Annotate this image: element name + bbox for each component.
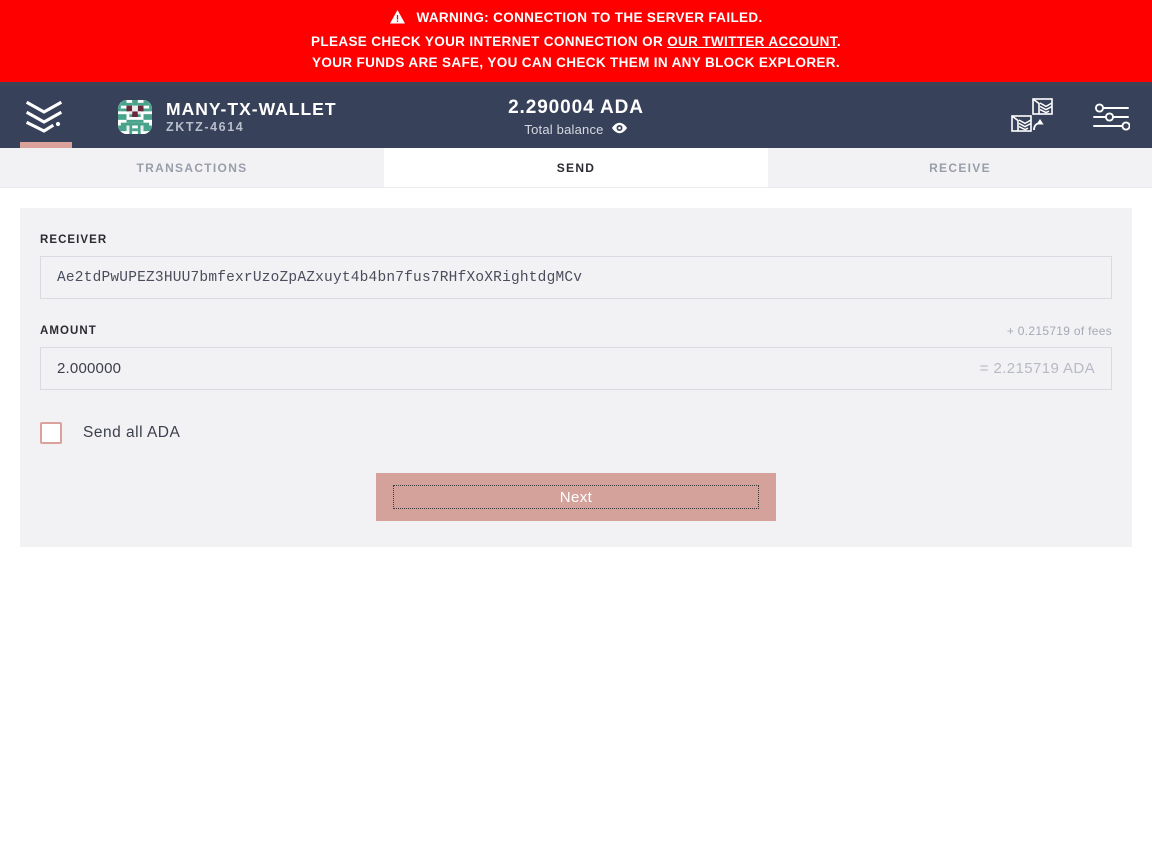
warning-text-1: WARNING: CONNECTION TO THE SERVER FAILED… <box>416 10 763 25</box>
server-connection-warning-banner: WARNING: CONNECTION TO THE SERVER FAILED… <box>0 0 1152 86</box>
top-navigation-bar: MANY-TX-WALLET ZKTZ-4614 2.290004 ADA To… <box>0 86 1152 148</box>
yoroi-chevron-logo-icon <box>25 100 63 133</box>
amount-label: AMOUNT <box>40 325 97 337</box>
tab-send[interactable]: SEND <box>384 148 768 187</box>
current-wallet-info[interactable]: MANY-TX-WALLET ZKTZ-4614 <box>118 99 337 136</box>
tab-receive[interactable]: RECEIVE <box>768 148 1152 187</box>
transaction-fees-note: + 0.215719 of fees <box>1006 324 1112 338</box>
receiver-input-wrapper[interactable] <box>40 256 1112 299</box>
send-all-ada-label: Send all ADA <box>83 424 181 441</box>
warning-triangle-icon <box>389 9 406 31</box>
warning-line-1: WARNING: CONNECTION TO THE SERVER FAILED… <box>0 7 1152 31</box>
next-button-label: Next <box>393 485 759 509</box>
amount-input[interactable] <box>57 360 980 377</box>
warning-text-2-prefix: PLEASE CHECK YOUR INTERNET CONNECTION OR <box>311 34 668 49</box>
wallet-identicon-avatar <box>118 100 152 134</box>
send-page-content: RECEIVER AMOUNT + 0.215719 of fees = 2.2… <box>0 188 1152 547</box>
active-section-indicator <box>20 142 72 148</box>
warning-line-3: YOUR FUNDS ARE SAFE, YOU CAN CHECK THEM … <box>312 55 840 70</box>
sliders-settings-icon <box>1093 103 1130 131</box>
settings-button[interactable] <box>1092 103 1130 131</box>
switch-wallet-icon <box>1011 98 1053 132</box>
next-button[interactable]: Next <box>376 473 776 521</box>
send-all-ada-checkbox-row[interactable]: Send all ADA <box>40 422 180 444</box>
twitter-account-link[interactable]: OUR TWITTER ACCOUNT <box>667 34 837 49</box>
tab-transactions[interactable]: TRANSACTIONS <box>0 148 384 187</box>
amount-input-wrapper[interactable]: = 2.215719 ADA <box>40 347 1112 390</box>
eye-icon[interactable] <box>611 121 628 139</box>
wallet-id: ZKTZ-4614 <box>166 119 245 134</box>
send-form-card: RECEIVER AMOUNT + 0.215719 of fees = 2.2… <box>20 208 1132 547</box>
yoroi-logo-button[interactable] <box>20 86 72 148</box>
receiver-label: RECEIVER <box>40 234 108 246</box>
warning-line-2: PLEASE CHECK YOUR INTERNET CONNECTION OR… <box>0 31 1152 52</box>
warning-text-2-suffix: . <box>836 34 841 49</box>
switch-wallet-button[interactable] <box>1008 96 1056 138</box>
amount-total-with-fees: = 2.215719 ADA <box>979 360 1095 377</box>
balance-amount: 2.290004 ADA <box>508 96 644 118</box>
balance-label: Total balance <box>524 122 604 137</box>
wallet-name: MANY-TX-WALLET <box>166 98 337 119</box>
receiver-input[interactable] <box>57 257 1095 298</box>
wallet-section-tabs: TRANSACTIONS SEND RECEIVE <box>0 148 1152 188</box>
send-all-ada-checkbox[interactable] <box>40 422 62 444</box>
